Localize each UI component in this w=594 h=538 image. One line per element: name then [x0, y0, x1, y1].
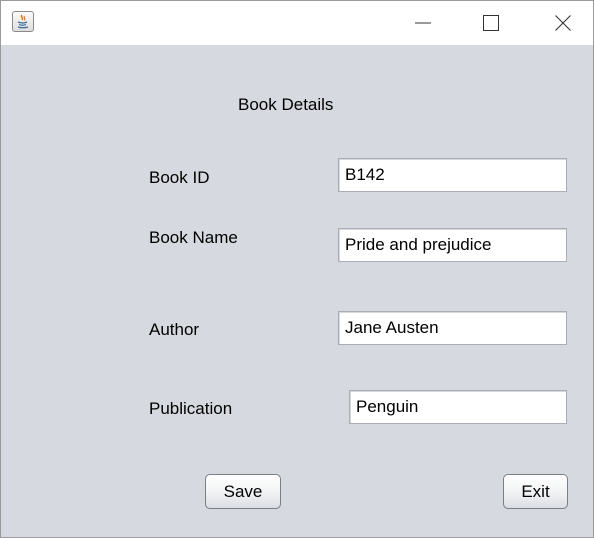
title-bar[interactable] — [1, 1, 593, 45]
author-field[interactable] — [338, 311, 567, 345]
close-icon — [555, 15, 571, 31]
app-window: Book Details Book ID Book Name Author Pu… — [0, 0, 594, 538]
save-button[interactable]: Save — [205, 474, 281, 509]
maximize-icon — [483, 15, 499, 31]
minimize-icon — [415, 22, 431, 24]
close-button[interactable] — [543, 9, 583, 37]
java-cup-icon[interactable] — [12, 11, 34, 32]
book-name-label: Book Name — [149, 228, 238, 247]
publication-label: Publication — [149, 399, 233, 418]
book-name-field[interactable] — [338, 228, 567, 262]
form-panel: Book Details Book ID Book Name Author Pu… — [1, 45, 593, 537]
book-id-field[interactable] — [338, 158, 567, 192]
minimize-button[interactable] — [403, 9, 443, 37]
form-heading: Book Details — [238, 95, 334, 114]
exit-button[interactable]: Exit — [503, 474, 568, 509]
author-label: Author — [149, 320, 200, 339]
maximize-button[interactable] — [471, 9, 511, 37]
book-id-label: Book ID — [149, 168, 210, 187]
publication-field[interactable] — [349, 390, 567, 424]
